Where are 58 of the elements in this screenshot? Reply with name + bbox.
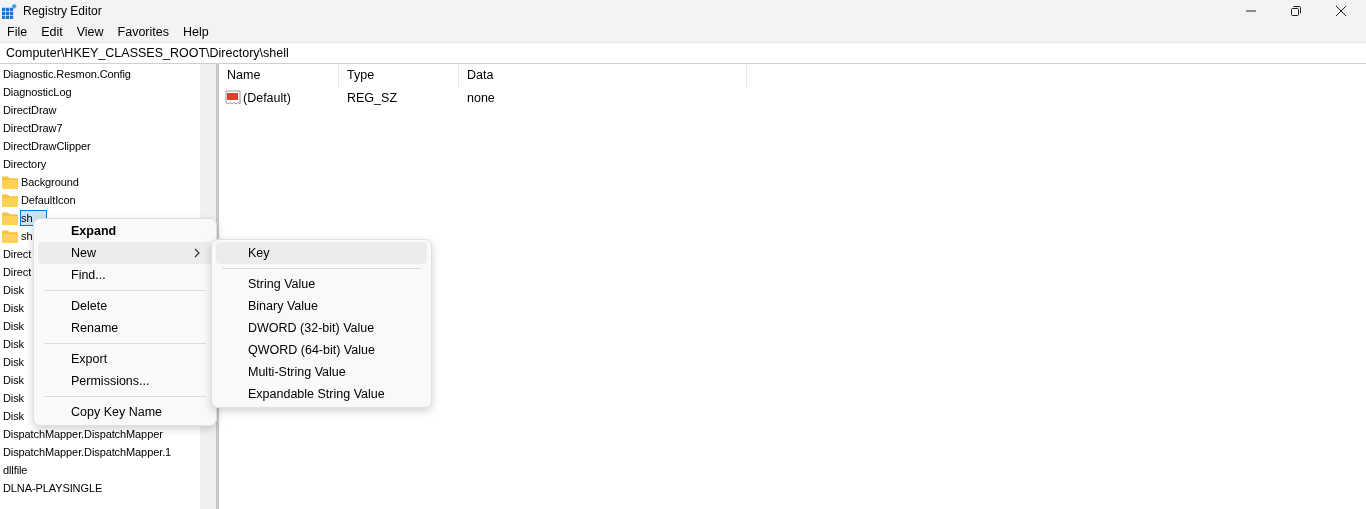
- tree-item[interactable]: DirectDrawClipper: [2, 138, 93, 154]
- tree-item[interactable]: Direct: [2, 264, 34, 280]
- tree-item[interactable]: Disk: [2, 318, 26, 334]
- folder-icon: [2, 229, 18, 243]
- menu-item[interactable]: QWORD (64-bit) Value: [216, 339, 427, 361]
- menu-item[interactable]: Expandable String Value: [216, 383, 427, 405]
- menu-item[interactable]: File: [7, 25, 28, 39]
- tree-item[interactable]: DLNA-PLAYSINGLE: [2, 480, 105, 496]
- tree-item[interactable]: Disk: [2, 336, 26, 352]
- tree-item[interactable]: DispatchMapper.DispatchMapper.1: [2, 444, 174, 460]
- menu-item[interactable]: Permissions...: [38, 370, 212, 392]
- column-header[interactable]: Name: [219, 64, 339, 87]
- menu-item[interactable]: Edit: [41, 25, 63, 39]
- menu-item[interactable]: View: [76, 25, 104, 39]
- tree-item[interactable]: DefaultIcon: [20, 192, 78, 208]
- menu-item[interactable]: Multi-String Value: [216, 361, 427, 383]
- menu-item[interactable]: Help: [183, 25, 209, 39]
- tree-item[interactable]: Direct: [2, 246, 34, 262]
- menu-item[interactable]: Export: [38, 348, 212, 370]
- menu-item[interactable]: Binary Value: [216, 295, 427, 317]
- tree-item[interactable]: dllfile: [2, 462, 30, 478]
- tree-item[interactable]: Directory: [2, 156, 49, 172]
- tree-item[interactable]: sh: [20, 228, 35, 244]
- folder-icon: [2, 175, 18, 189]
- tree-item[interactable]: Disk: [2, 372, 26, 388]
- menu-item[interactable]: DWORD (32-bit) Value: [216, 317, 427, 339]
- tree-item[interactable]: DirectDraw7: [2, 120, 65, 136]
- table-cell-text: none: [466, 91, 496, 105]
- table-cell-text: REG_SZ: [346, 91, 398, 105]
- menu-item[interactable]: Delete: [38, 295, 212, 317]
- close-icon[interactable]: [1335, 5, 1347, 17]
- tree-item[interactable]: Disk: [2, 408, 26, 424]
- tree-item[interactable]: Disk: [2, 282, 26, 298]
- tree-item[interactable]: Background: [20, 174, 81, 190]
- tree-item[interactable]: Disk: [2, 390, 26, 406]
- menu-item[interactable]: Favorites: [117, 25, 169, 39]
- tree-item[interactable]: Disk: [2, 354, 26, 370]
- registry-icon: [2, 3, 17, 19]
- table-cell: (Default): [243, 91, 291, 105]
- window-title: Registry Editor: [23, 4, 102, 18]
- menu-item[interactable]: Rename: [38, 317, 212, 339]
- menu-item[interactable]: New: [38, 242, 212, 264]
- restore-icon[interactable]: [1290, 5, 1302, 17]
- column-header[interactable]: Data: [459, 64, 747, 87]
- menu-item[interactable]: Key: [216, 242, 427, 264]
- tree-item[interactable]: Diagnostic.Resmon.Config: [2, 66, 133, 82]
- folder-icon: [2, 211, 18, 225]
- menu-item[interactable]: String Value: [216, 273, 427, 295]
- string-value-icon: [225, 90, 241, 106]
- folder-icon: [2, 193, 18, 207]
- address-field[interactable]: Computer\HKEY_CLASSES_ROOT\Directory\shell: [0, 42, 1366, 64]
- menu-item[interactable]: Copy Key Name: [38, 401, 212, 423]
- column-header[interactable]: Type: [339, 64, 459, 87]
- tree-item[interactable]: Disk: [2, 300, 26, 316]
- tree-item[interactable]: DirectDraw: [2, 102, 59, 118]
- tree-item[interactable]: DiagnosticLog: [2, 84, 74, 100]
- tree-item[interactable]: DispatchMapper.DispatchMapper: [2, 426, 165, 442]
- menu-item[interactable]: Find...: [38, 264, 212, 286]
